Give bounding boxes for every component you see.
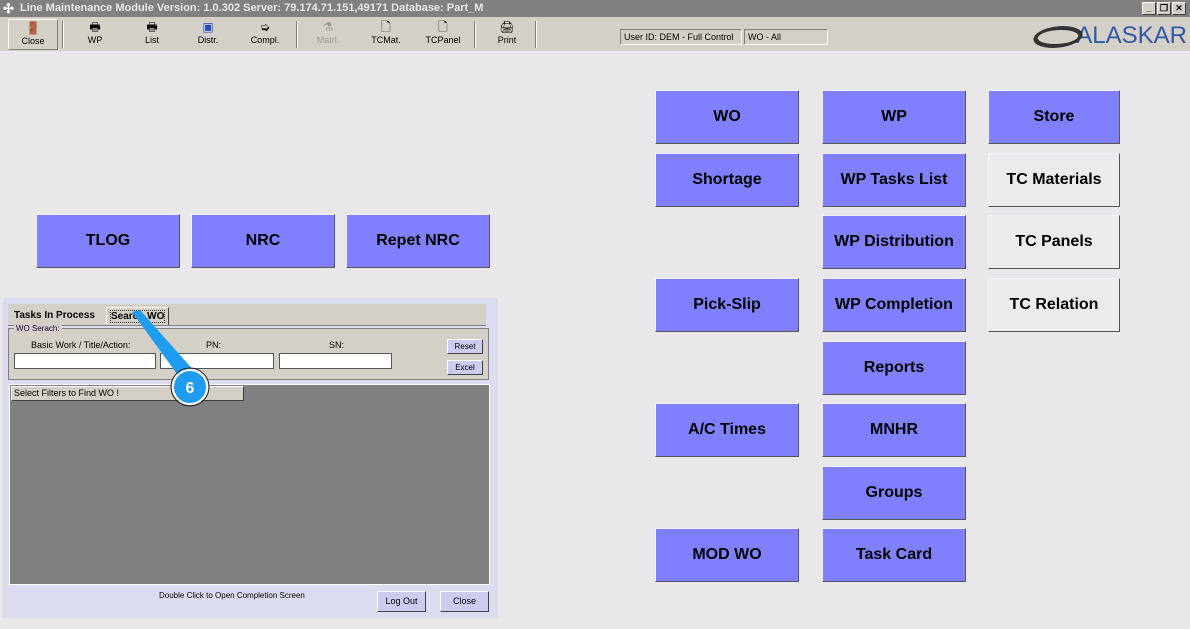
toolbar-list-button[interactable]: 🖶 List [127,19,177,50]
repet-nrc-button[interactable]: Repet NRC [346,214,490,268]
user-status: User ID: DEM - Full Control [620,29,742,45]
wo-filter-status: WO - All [744,29,828,45]
wp-completion-button[interactable]: WP Completion [822,278,966,332]
tab-search-wo[interactable]: Search WO [106,307,170,325]
toolbar-close-button[interactable]: 🚪 Close [8,19,58,50]
document-icon: 🗋 [438,20,448,34]
toolbar-wp-button[interactable]: 🖶 WP [70,19,120,50]
store-button[interactable]: Store [988,90,1120,144]
basic-work-input[interactable] [14,353,156,369]
title-bar: ✣ Line Maintenance Module Version: 1.0.3… [0,0,1190,17]
tlog-button[interactable]: TLOG [36,214,180,268]
group-label: WO Serach: [14,324,62,333]
document-icon: 🗋 [381,20,391,34]
log-out-button[interactable]: Log Out [377,591,426,612]
wo-search-panel: Tasks In Process Search WO WO Serach: Ba… [3,298,498,618]
shortage-button[interactable]: Shortage [655,153,799,207]
wo-search-group: WO Serach: Basic Work / Title/Action: PN… [8,324,489,380]
distribute-icon: ▣ [202,20,214,34]
wo-button[interactable]: WO [655,90,799,144]
ac-times-button[interactable]: A/C Times [655,403,799,457]
separator [535,21,537,48]
tc-materials-button[interactable]: TC Materials [988,153,1120,207]
maximize-button[interactable]: ❐ [1157,2,1171,15]
exit-door-icon: 🚪 [25,21,41,35]
task-card-button[interactable]: Task Card [822,528,966,582]
toolbar-distr-button[interactable]: ▣ Distr. [183,19,233,50]
wp-button[interactable]: WP [822,90,966,144]
sn-input[interactable] [279,353,392,369]
printer-doc-icon: 🖶 [89,20,101,34]
material-icon: ⚗ [322,20,334,34]
wp-distribution-button[interactable]: WP Distribution [822,215,966,269]
wp-tasks-list-button[interactable]: WP Tasks List [822,153,966,207]
toolbar-tcpanel-button[interactable]: 🗋 TCPanel [418,19,468,50]
nrc-button[interactable]: NRC [191,214,335,268]
groups-button[interactable]: Groups [822,466,966,520]
grid-header: Select Filters to Find WO ! [11,386,244,401]
tab-tasks-in-process[interactable]: Tasks In Process [10,307,99,325]
toolbar-print-button[interactable]: 🖨 Print [482,19,532,50]
reports-button[interactable]: Reports [822,341,966,395]
printer-icon: 🖨 [499,20,515,34]
reset-button[interactable]: Reset [447,339,483,354]
toolbar-compl-button[interactable]: ➭ Compl. [240,19,290,50]
hint-text: Double Click to Open Completion Screen [159,591,305,600]
separator [296,21,298,48]
alaskar-logo: ALASKAR [1029,22,1187,50]
tc-relation-button[interactable]: TC Relation [988,278,1120,332]
tab-strip: Tasks In Process Search WO [8,304,486,326]
separator [62,21,64,48]
wo-results-grid[interactable]: Select Filters to Find WO ! [9,384,490,585]
compl-icon: ➭ [259,20,271,34]
close-window-button[interactable]: ✕ [1172,2,1186,15]
pn-label: PN: [206,340,222,350]
toolbar-tcmat-button[interactable]: 🗋 TCMat. [361,19,411,50]
mod-wo-button[interactable]: MOD WO [655,528,799,582]
window-title: Line Maintenance Module Version: 1.0.302… [20,2,484,14]
app-icon: ✣ [3,1,14,16]
tc-panels-button[interactable]: TC Panels [988,215,1120,269]
excel-button[interactable]: Excel [447,360,483,375]
separator [474,21,476,48]
close-panel-button[interactable]: Close [440,591,489,612]
pn-input[interactable] [160,353,274,369]
sn-label: SN: [329,340,345,350]
toolbar-matrl-button[interactable]: ⚗ Matrl. [303,19,353,50]
printer-doc-icon: 🖶 [146,20,158,34]
toolbar: 🚪 Close 🖶 WP 🖶 List ▣ Distr. ➭ Compl. ⚗ Matrl.… [0,17,1190,51]
mnhr-button[interactable]: MNHR [822,403,966,457]
basic-work-label: Basic Work / Title/Action: [31,340,131,350]
minimize-button[interactable]: _ [1142,2,1156,15]
pick-slip-button[interactable]: Pick-Slip [655,278,799,332]
